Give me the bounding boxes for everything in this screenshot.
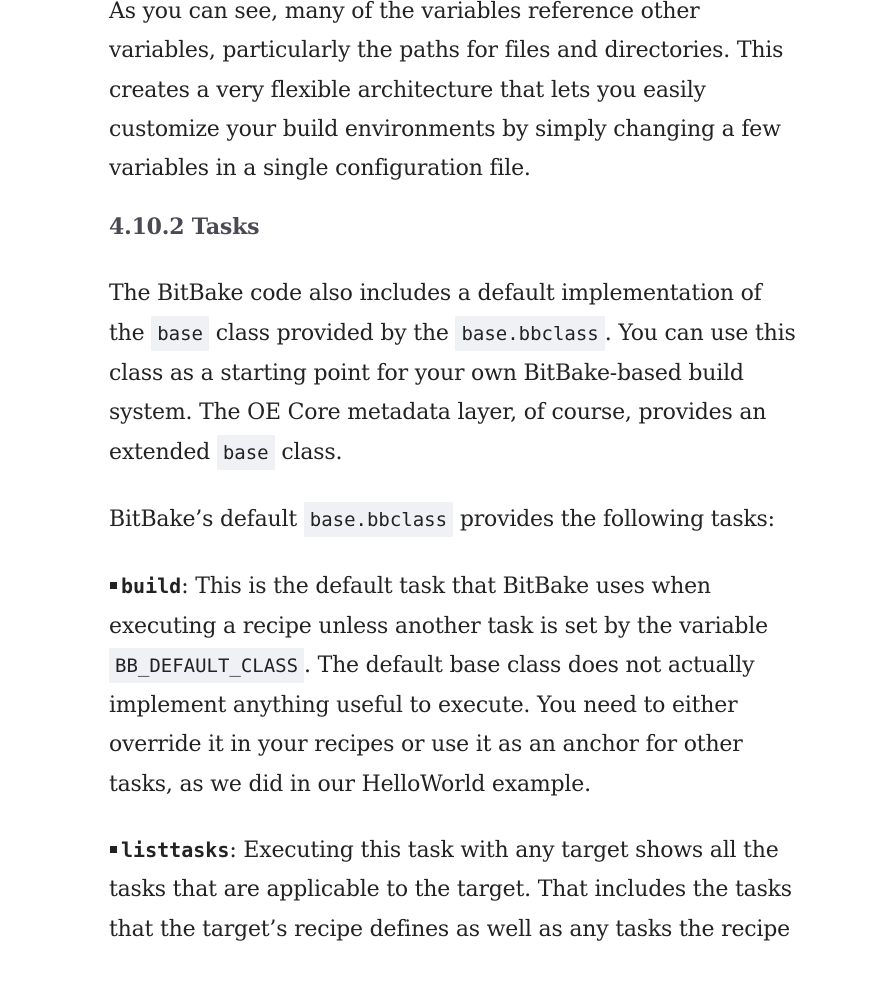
text-span: class. <box>274 439 343 465</box>
document-content: As you can see, many of the variables re… <box>109 0 799 949</box>
inline-code: base.bbclass <box>455 315 605 351</box>
list-item: listtasks: Executing this task with any … <box>109 831 799 949</box>
section-heading: 4.10.2 Tasks <box>109 214 260 241</box>
bullet-icon <box>110 582 117 590</box>
default-tasks-paragraph: BitBake’s default base.bbclass provides … <box>109 500 799 540</box>
intro-paragraph: As you can see, many of the variables re… <box>109 0 784 182</box>
task-name: build <box>121 574 182 599</box>
inline-code: base.bbclass <box>303 501 454 537</box>
bullet-icon <box>110 846 117 854</box>
text-span: provides the following tasks: <box>453 506 775 532</box>
bitbake-code-paragraph: The BitBake code also includes a default… <box>109 274 799 472</box>
text-span: BitBake’s default <box>109 506 304 532</box>
task-name: listtasks <box>121 838 230 863</box>
inline-code: BB_DEFAULT_CLASS <box>109 647 305 683</box>
text-span: class provided by the <box>209 320 456 346</box>
inline-code: base <box>216 434 275 470</box>
text-span: : This is the default task that BitBake … <box>109 574 768 639</box>
list-item: build: This is the default task that Bit… <box>109 567 799 804</box>
inline-code: base <box>151 315 209 351</box>
